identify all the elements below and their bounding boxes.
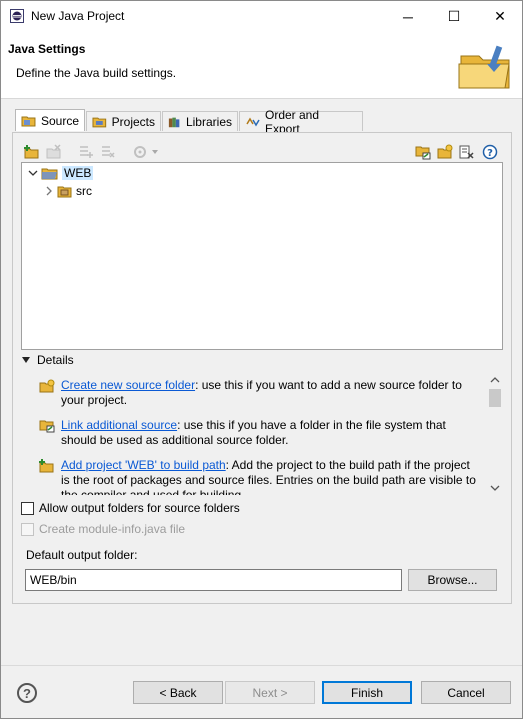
include-filter-icon [80, 146, 93, 158]
remove-entry-icon [459, 145, 474, 159]
svg-text:?: ? [487, 148, 493, 159]
remove-folder-button[interactable] [45, 143, 63, 161]
checkbox-box[interactable] [21, 522, 34, 536]
details-item-new-folder: Create new source folder: use this if yo… [39, 378, 479, 408]
close-button[interactable]: ✕ [477, 1, 523, 32]
source-folder-tree[interactable]: WEB src [21, 162, 503, 350]
finish-button[interactable]: Finish [322, 681, 412, 704]
module-info-checkbox[interactable]: Create module-info.java file [21, 522, 185, 536]
chevron-down-icon[interactable] [28, 168, 38, 178]
create-source-folder-link[interactable]: Create new source folder [61, 378, 195, 392]
libraries-icon [168, 117, 180, 127]
tab-source-label: Source [40, 113, 79, 128]
tab-source[interactable]: Source [15, 109, 85, 131]
scroll-down-icon[interactable] [490, 484, 500, 492]
help-button[interactable]: ? [17, 683, 37, 703]
exclude-filter-button[interactable] [99, 143, 117, 161]
next-button[interactable]: Next > [225, 681, 315, 704]
configure-icon [134, 146, 158, 158]
scrollbar-thumb[interactable] [489, 389, 501, 407]
title-bar: New Java Project ─ ☐ ✕ [1, 1, 522, 32]
add-source-folder-button[interactable] [436, 143, 454, 161]
details-toggle[interactable]: Details [21, 353, 74, 367]
browse-button[interactable]: Browse... [408, 569, 497, 591]
help-icon: ? [482, 144, 498, 160]
details-item-add-project: Add project 'WEB' to build path: Add the… [39, 458, 479, 495]
folder-banner-icon [458, 45, 510, 89]
details-scrollbar[interactable] [487, 373, 503, 495]
details-item-link-source: Link additional source: use this if you … [39, 418, 479, 448]
order-export-icon [246, 117, 260, 126]
remove-entry-button[interactable] [458, 143, 476, 161]
link-source-button[interactable] [414, 143, 432, 161]
include-filter-button[interactable] [77, 143, 95, 161]
new-source-folder-icon [437, 144, 453, 159]
package-folder-icon [57, 186, 72, 198]
link-source-icon [39, 420, 55, 433]
tree-node-project[interactable]: WEB [28, 164, 94, 182]
tree-node-src[interactable]: src [44, 182, 92, 200]
tab-libraries-label: Libraries [185, 114, 232, 129]
page-title: Java Settings [8, 42, 86, 56]
new-source-folder-icon [39, 379, 55, 393]
projects-icon [92, 117, 107, 127]
maximize-button[interactable]: ☐ [431, 1, 477, 32]
java-project-icon [41, 168, 58, 180]
toolbar-help-button[interactable]: ? [481, 143, 499, 161]
tree-project-label: WEB [62, 166, 94, 180]
source-toolbar: ? [21, 141, 504, 163]
chevron-right-icon[interactable] [44, 186, 54, 196]
module-info-label: Create module-info.java file [39, 522, 186, 536]
allow-output-folders-checkbox[interactable]: Allow output folders for source folders [21, 501, 240, 515]
link-additional-source-link[interactable]: Link additional source [61, 418, 177, 432]
tab-order-export[interactable]: Order and Export [239, 108, 363, 136]
add-folder-icon [24, 145, 39, 159]
output-folder-input[interactable]: WEB/bin [25, 569, 402, 591]
back-button[interactable]: < Back [133, 681, 223, 704]
checkbox-box[interactable] [21, 501, 34, 515]
details-panel: Create new source folder: use this if yo… [39, 373, 501, 495]
footer-divider [1, 665, 522, 666]
minimize-button[interactable]: ─ [385, 1, 431, 32]
allow-output-folders-label: Allow output folders for source folders [39, 501, 240, 515]
page-subtitle: Define the Java build settings. [16, 66, 177, 80]
eclipse-icon [10, 9, 24, 23]
window-title: New Java Project [31, 9, 125, 23]
add-project-buildpath-link[interactable]: Add project 'WEB' to build path [61, 458, 226, 472]
configure-dropdown-button[interactable] [131, 143, 161, 161]
tree-src-label: src [76, 184, 92, 198]
tab-projects-label: Projects [111, 114, 155, 129]
exclude-filter-icon [102, 146, 115, 158]
details-label: Details [37, 353, 74, 367]
tab-libraries[interactable]: Libraries [162, 111, 238, 131]
output-folder-label: Default output folder: [26, 548, 138, 562]
remove-folder-icon [46, 144, 61, 159]
link-source-icon [415, 146, 431, 160]
dialog-window: New Java Project ─ ☐ ✕ Java Settings Def… [0, 0, 523, 719]
tab-projects[interactable]: Projects [86, 111, 161, 131]
wizard-header: Java Settings Define the Java build sett… [1, 32, 522, 99]
scroll-up-icon[interactable] [490, 376, 500, 384]
add-folder-button[interactable] [23, 143, 41, 161]
add-to-buildpath-icon [39, 459, 54, 473]
collapse-triangle-icon [22, 357, 30, 363]
cancel-button[interactable]: Cancel [421, 681, 511, 704]
source-folder-icon [21, 116, 36, 126]
